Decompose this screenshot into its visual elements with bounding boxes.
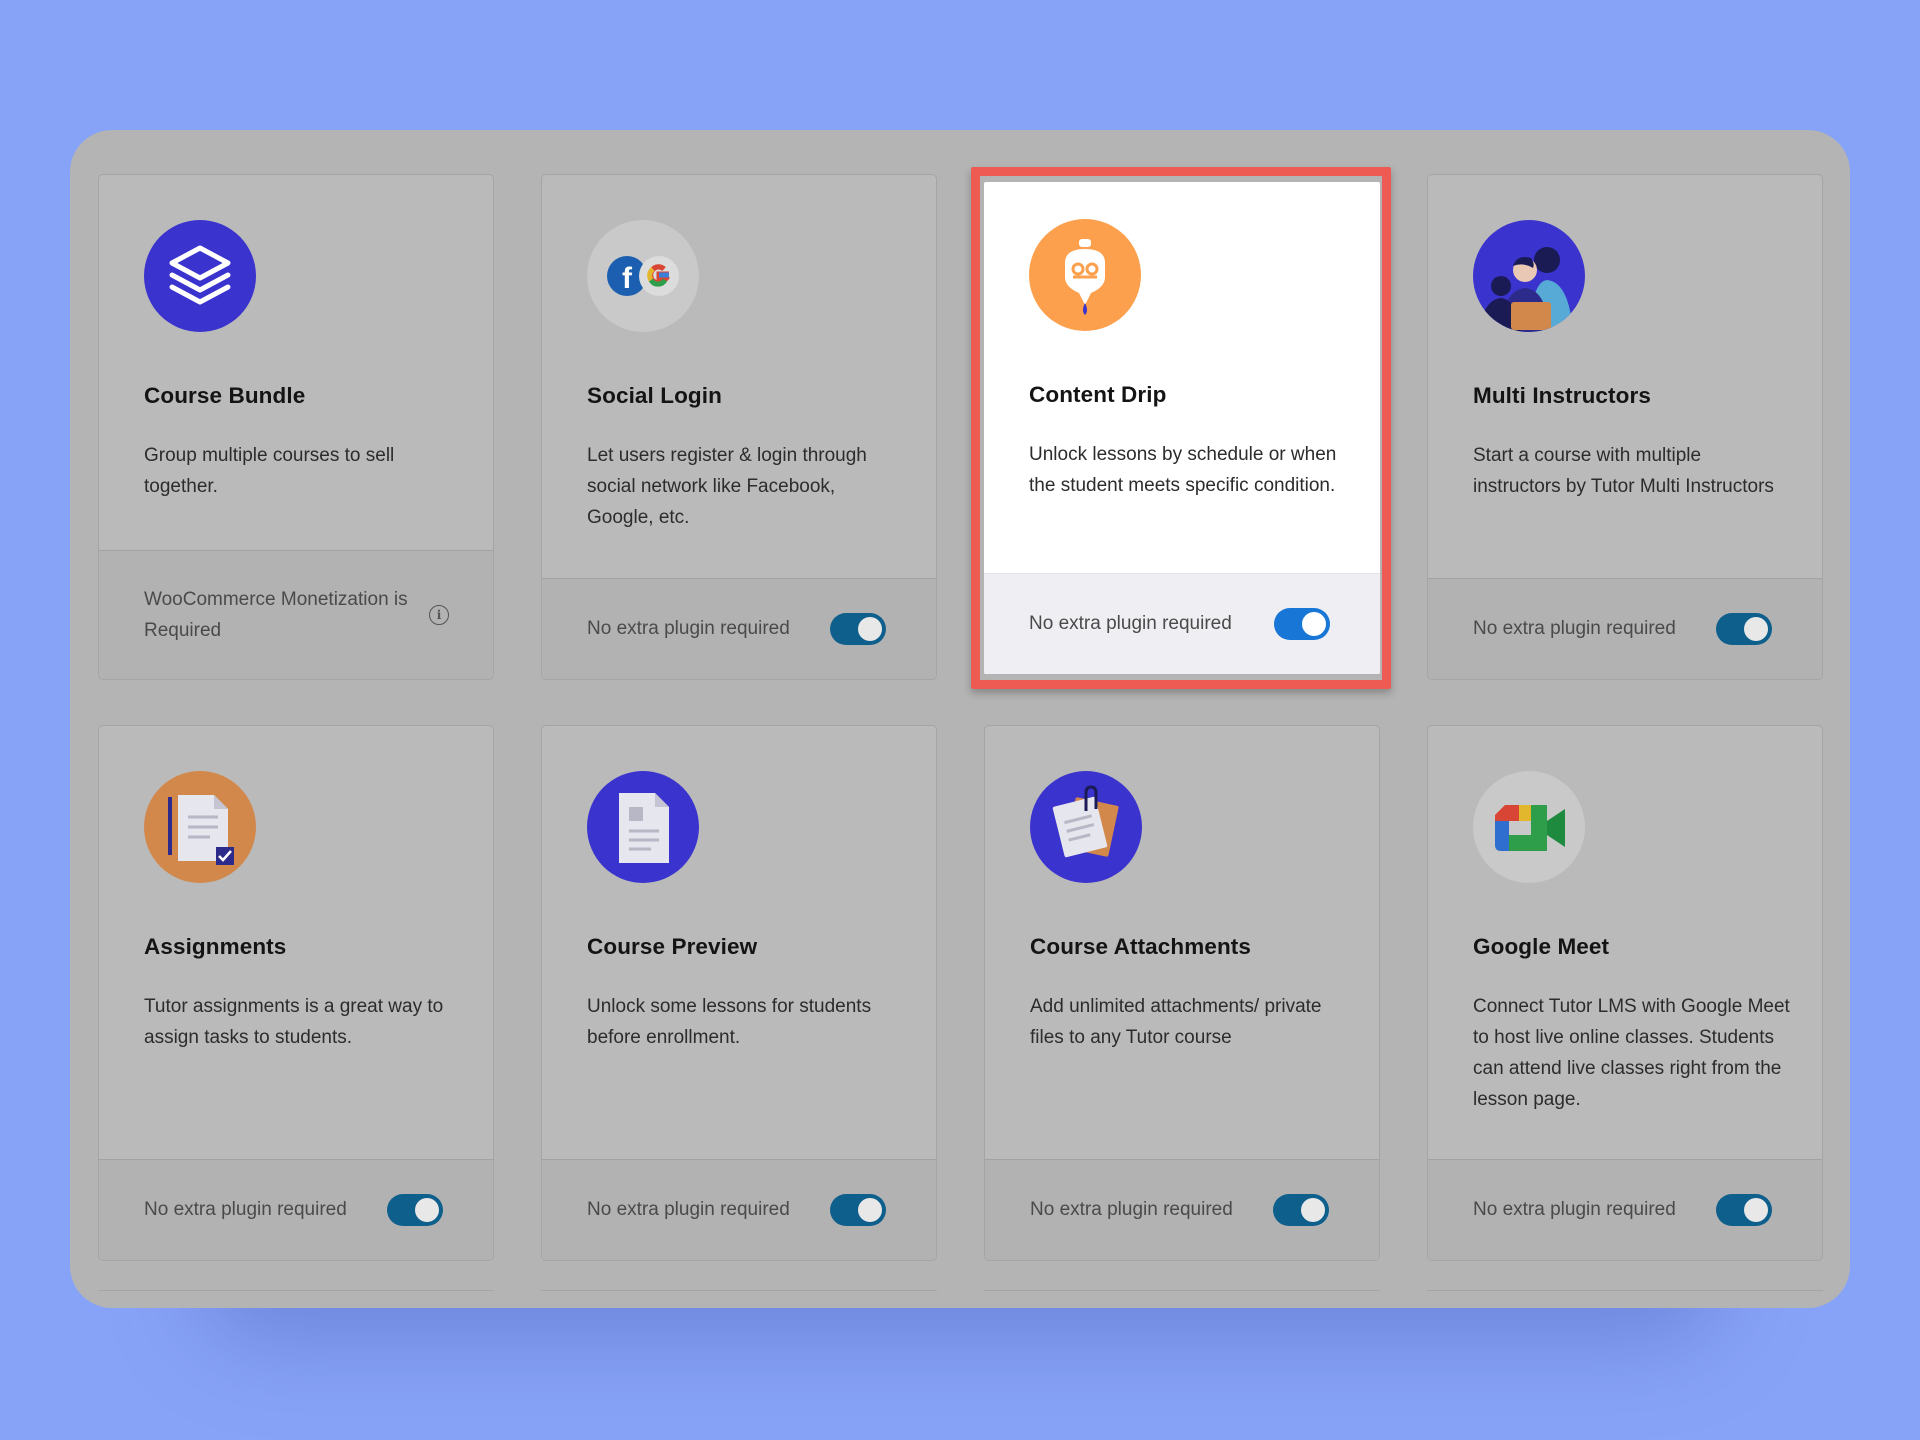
toggle-knob — [858, 617, 882, 641]
next-row-card-edge — [98, 1290, 494, 1303]
addon-title: Multi Instructors — [1473, 383, 1651, 408]
info-icon[interactable]: i — [429, 605, 449, 625]
people-group-icon — [1473, 220, 1585, 332]
addon-footer: No extra plugin required — [984, 573, 1380, 674]
addon-requirement-text: No extra plugin required — [1473, 618, 1676, 639]
addon-title: Course Preview — [587, 934, 758, 959]
addon-description: Start a course with multiple instructors… — [1473, 445, 1774, 497]
addon-requirement-text: No extra plugin required — [1030, 1199, 1233, 1220]
addon-card-course-bundle: Course Bundle Group multiple courses to … — [98, 174, 494, 680]
addon-footer: WooCommerce Monetization is Required i — [99, 550, 493, 679]
next-row-card-edge — [984, 1290, 1380, 1303]
addon-title: Course Bundle — [144, 383, 306, 408]
addon-enable-toggle[interactable] — [1274, 608, 1330, 640]
addon-footer: No extra plugin required — [1428, 1159, 1822, 1260]
addon-footer: No extra plugin required — [542, 578, 936, 679]
document-preview-icon — [587, 771, 699, 883]
addon-title: Social Login — [587, 383, 722, 408]
addon-card-assignments: Assignments Tutor assignments is a great… — [98, 725, 494, 1261]
addon-footer: No extra plugin required — [985, 1159, 1379, 1260]
addon-title: Assignments — [144, 934, 287, 959]
toggle-knob — [1744, 617, 1768, 641]
addon-footer: No extra plugin required — [1428, 578, 1822, 679]
addon-enable-toggle[interactable] — [1716, 613, 1772, 645]
toggle-knob — [1744, 1198, 1768, 1222]
addon-title: Course Attachments — [1030, 934, 1252, 959]
paperclip-notes-icon — [1030, 771, 1142, 883]
addon-description: Tutor assignments is a great way to assi… — [144, 996, 444, 1048]
addon-description: Add unlimited attachments/ private files… — [1030, 996, 1322, 1048]
addon-card-multi-instructors: Multi Instructors Start a course with mu… — [1427, 174, 1823, 680]
addon-requirement-text: No extra plugin required — [587, 618, 790, 639]
addon-description: Connect Tutor LMS with Google Meet to ho… — [1473, 996, 1790, 1110]
addon-footer: No extra plugin required — [99, 1159, 493, 1260]
addon-requirement-text: WooCommerce Monetization is Required — [144, 589, 408, 641]
next-row-card-edge — [1427, 1290, 1823, 1303]
svg-text:f: f — [622, 262, 633, 295]
addon-requirement-text: No extra plugin required — [1029, 613, 1232, 634]
addon-requirement-text: No extra plugin required — [144, 1199, 347, 1220]
drip-icon — [1029, 219, 1141, 331]
addon-enable-toggle[interactable] — [830, 1194, 886, 1226]
addon-card-content-drip: Content Drip Unlock lessons by schedule … — [984, 182, 1380, 674]
addon-card-course-attachments: Course Attachments Add unlimited attachm… — [984, 725, 1380, 1261]
toggle-knob — [858, 1198, 882, 1222]
addon-card-google-meet: Google Meet Connect Tutor LMS with Googl… — [1427, 725, 1823, 1261]
addon-requirement-text: No extra plugin required — [1473, 1199, 1676, 1220]
next-row-card-edge — [541, 1290, 937, 1303]
addon-title: Google Meet — [1473, 934, 1610, 959]
addon-card-course-preview: Course Preview Unlock some lessons for s… — [541, 725, 937, 1261]
addon-description: Unlock some lessons for students before … — [587, 996, 872, 1048]
addon-description: Unlock lessons by schedule or when the s… — [1029, 444, 1337, 496]
addon-requirement-text: No extra plugin required — [587, 1199, 790, 1220]
addon-enable-toggle[interactable] — [830, 613, 886, 645]
addons-panel: Course Bundle Group multiple courses to … — [70, 130, 1850, 1308]
addon-description: Group multiple courses to sell together. — [144, 445, 395, 497]
addon-title: Content Drip — [1029, 382, 1167, 407]
facebook-google-icon: f — [587, 220, 699, 332]
layers-stack-icon — [144, 220, 256, 332]
assignment-document-icon — [144, 771, 256, 883]
addon-enable-toggle[interactable] — [1716, 1194, 1772, 1226]
toggle-knob — [415, 1198, 439, 1222]
google-meet-icon — [1473, 771, 1585, 883]
addon-card-social-login: f Social Login Let users register & logi… — [541, 174, 937, 680]
addon-description: Let users register & login through socia… — [587, 445, 867, 528]
toggle-knob — [1301, 1198, 1325, 1222]
addon-enable-toggle[interactable] — [1273, 1194, 1329, 1226]
addon-footer: No extra plugin required — [542, 1159, 936, 1260]
addon-enable-toggle[interactable] — [387, 1194, 443, 1226]
toggle-knob — [1302, 612, 1326, 636]
